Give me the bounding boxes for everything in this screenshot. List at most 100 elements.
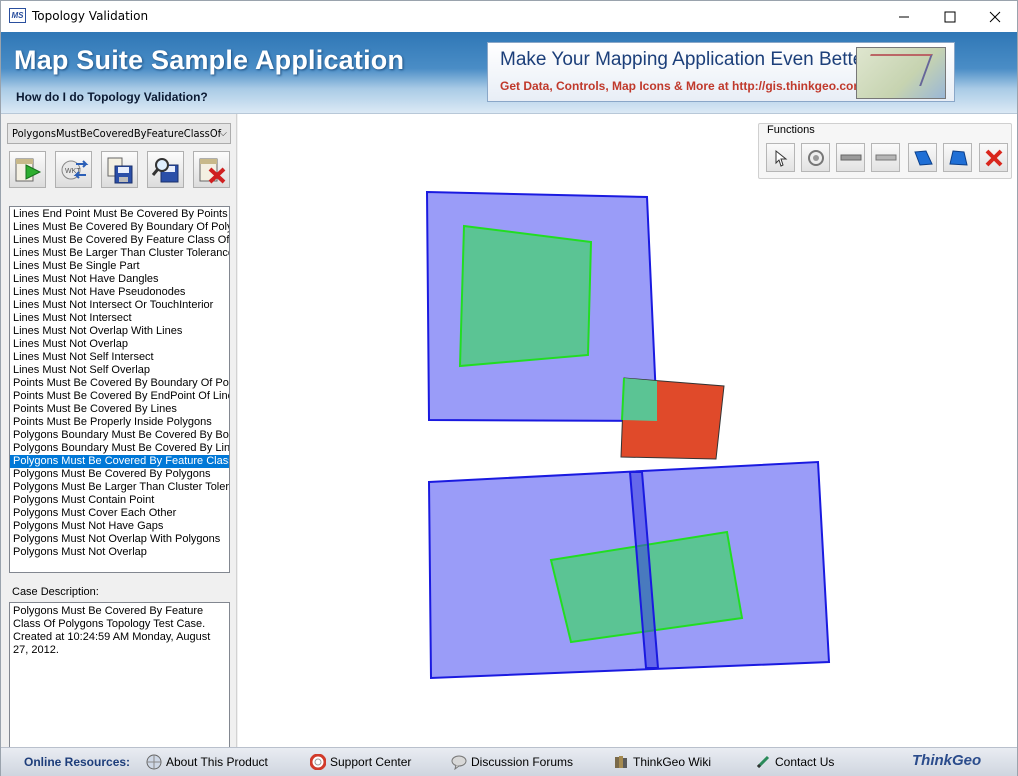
overlap-region bbox=[622, 378, 657, 421]
app-icon: MS bbox=[9, 8, 26, 23]
pen-icon bbox=[756, 755, 770, 769]
pointer-button[interactable] bbox=[766, 143, 795, 172]
rule-list-item[interactable]: Lines Must Not Overlap bbox=[10, 338, 229, 351]
rule-list-item[interactable]: Lines End Point Must Be Covered By Point… bbox=[10, 208, 229, 221]
about-product-link[interactable]: About This Product bbox=[146, 753, 268, 771]
minimize-button[interactable] bbox=[881, 1, 927, 32]
case-description-textbox[interactable]: Polygons Must Be Covered By Feature Clas… bbox=[9, 602, 230, 748]
rule-list-item[interactable]: Lines Must Not Overlap With Lines bbox=[10, 325, 229, 338]
line-tool-2-icon bbox=[875, 154, 896, 160]
maximize-button[interactable] bbox=[927, 1, 973, 32]
support-center-label: Support Center bbox=[330, 755, 412, 769]
rule-list-item[interactable]: Polygons Must Contain Point bbox=[10, 494, 229, 507]
rule-list-item[interactable]: Polygons Must Cover Each Other bbox=[10, 507, 229, 520]
clear-button[interactable] bbox=[193, 151, 230, 188]
rule-listbox[interactable]: Lines End Point Must Be Covered By Point… bbox=[9, 206, 230, 573]
draw-line-button[interactable] bbox=[836, 143, 865, 172]
rule-list-item[interactable]: Polygons Must Be Covered By Feature Clas… bbox=[10, 455, 229, 468]
functions-label: Functions bbox=[765, 124, 817, 136]
online-resources-label: Online Resources: bbox=[24, 755, 131, 769]
left-toolbar: WKT bbox=[9, 151, 233, 189]
globe-icon bbox=[146, 754, 162, 770]
left-panel: PolygonsMustBeCoveredByFeatureClassOf ⌵ … bbox=[1, 114, 237, 748]
rule-list-item[interactable]: Lines Must Not Self Intersect bbox=[10, 351, 229, 364]
lifebuoy-icon bbox=[310, 754, 326, 770]
rule-list-item[interactable]: Lines Must Not Self Overlap bbox=[10, 364, 229, 377]
rule-list-item[interactable]: Polygons Must Be Larger Than Cluster Tol… bbox=[10, 481, 229, 494]
banner-subtitle: How do I do Topology Validation? bbox=[16, 90, 208, 104]
discussion-forums-link[interactable]: Discussion Forums bbox=[451, 753, 573, 771]
chat-bubble-icon bbox=[451, 755, 467, 770]
rule-list-item[interactable]: Polygons Must Not Have Gaps bbox=[10, 520, 229, 533]
rule-list-item[interactable]: Lines Must Not Have Dangles bbox=[10, 273, 229, 286]
rule-list-item[interactable]: Polygons Must Be Covered By Polygons bbox=[10, 468, 229, 481]
draw-polygon-button[interactable] bbox=[908, 143, 937, 172]
banner-title: Map Suite Sample Application bbox=[14, 45, 405, 75]
rule-list-item[interactable]: Lines Must Not Intersect Or TouchInterio… bbox=[10, 299, 229, 312]
about-product-label: About This Product bbox=[166, 755, 268, 769]
books-icon bbox=[615, 756, 627, 768]
map-view[interactable]: Functions bbox=[238, 114, 1017, 747]
thinkgeo-wiki-label: ThinkGeo Wiki bbox=[633, 755, 712, 769]
thinkgeo-wiki-link[interactable]: ThinkGeo Wiki bbox=[613, 753, 711, 771]
rule-list-item[interactable]: Polygons Boundary Must Be Covered By Bou… bbox=[10, 429, 229, 442]
rule-list-item[interactable]: Lines Must Be Covered By Boundary Of Pol… bbox=[10, 221, 229, 234]
pointer-icon bbox=[775, 149, 787, 167]
ad-map-image bbox=[856, 47, 946, 99]
contact-us-label: Contact Us bbox=[775, 755, 835, 769]
polygon-tool-2-icon bbox=[948, 149, 968, 166]
rule-list-item[interactable]: Points Must Be Covered By Boundary Of Po… bbox=[10, 377, 229, 390]
contact-us-link[interactable]: Contact Us bbox=[755, 753, 834, 771]
svg-text:WKT: WKT bbox=[65, 168, 81, 175]
rule-list-item[interactable]: Polygons Must Not Overlap bbox=[10, 546, 229, 559]
advertisement-banner[interactable]: Make Your Mapping Application Even Bette… bbox=[487, 42, 955, 102]
close-icon bbox=[989, 11, 1001, 22]
rule-type-value: PolygonsMustBeCoveredByFeatureClassOf bbox=[12, 127, 222, 140]
draw-line-2-button[interactable] bbox=[871, 143, 900, 172]
case-description-label: Case Description: bbox=[12, 586, 99, 598]
rule-list-item[interactable]: Lines Must Be Single Part bbox=[10, 260, 229, 273]
rule-list-item[interactable]: Polygons Boundary Must Be Covered By Lin… bbox=[10, 442, 229, 455]
title-bar: MS Topology Validation bbox=[1, 1, 1017, 32]
rule-list-item[interactable]: Lines Must Not Have Pseudonodes bbox=[10, 286, 229, 299]
feature-polygon-top bbox=[458, 224, 593, 368]
rule-type-dropdown[interactable]: PolygonsMustBeCoveredByFeatureClassOf ⌵ bbox=[7, 123, 231, 144]
run-validation-icon bbox=[15, 158, 41, 181]
draw-circle-icon bbox=[807, 149, 824, 166]
rule-list-item[interactable]: Lines Must Be Covered By Feature Class O… bbox=[10, 234, 229, 247]
rule-list-item[interactable]: Points Must Be Properly Inside Polygons bbox=[10, 416, 229, 429]
discussion-forums-label: Discussion Forums bbox=[471, 755, 574, 769]
rule-list-item[interactable]: Points Must Be Covered By Lines bbox=[10, 403, 229, 416]
save-icon bbox=[107, 157, 132, 183]
draw-circle-button[interactable] bbox=[801, 143, 830, 172]
support-center-link[interactable]: Support Center bbox=[310, 753, 411, 771]
chevron-down-icon: ⌵ bbox=[219, 128, 227, 139]
rule-list-item[interactable]: Points Must Be Covered By EndPoint Of Li… bbox=[10, 390, 229, 403]
draw-polygon-2-button[interactable] bbox=[943, 143, 972, 172]
import-wkt-icon: WKT bbox=[61, 159, 88, 179]
polygon-tool-icon bbox=[913, 149, 933, 166]
run-validation-button[interactable] bbox=[9, 151, 46, 188]
line-tool-icon bbox=[840, 154, 861, 160]
minimize-icon bbox=[899, 16, 909, 17]
close-button[interactable] bbox=[972, 1, 1018, 32]
delete-icon bbox=[985, 149, 1002, 166]
zoom-to-button[interactable] bbox=[147, 151, 184, 188]
application-window: MS Topology Validation Map Suite Sample … bbox=[0, 0, 1018, 776]
rule-list-item[interactable]: Lines Must Not Intersect bbox=[10, 312, 229, 325]
functions-panel: Functions bbox=[758, 123, 1012, 179]
save-wkt-button[interactable] bbox=[101, 151, 138, 188]
footer-bar: Online Resources: About This Product Sup… bbox=[1, 747, 1017, 776]
import-wkt-button[interactable]: WKT bbox=[55, 151, 92, 188]
ad-headline: Make Your Mapping Application Even Bette… bbox=[500, 49, 874, 70]
rule-list-item[interactable]: Polygons Must Not Overlap With Polygons bbox=[10, 533, 229, 546]
maximize-icon bbox=[944, 11, 956, 22]
header-banner: Map Suite Sample Application How do I do… bbox=[1, 32, 1017, 114]
delete-button[interactable] bbox=[979, 143, 1008, 172]
window-title: Topology Validation bbox=[32, 9, 149, 23]
ad-text: Get Data, Controls, Map Icons & More at … bbox=[500, 79, 865, 93]
rule-list-item[interactable]: Lines Must Be Larger Than Cluster Tolera… bbox=[10, 247, 229, 260]
thinkgeo-logo: ThinkGeo bbox=[912, 752, 982, 769]
map-canvas[interactable] bbox=[238, 114, 1017, 747]
zoom-to-icon bbox=[151, 157, 178, 182]
